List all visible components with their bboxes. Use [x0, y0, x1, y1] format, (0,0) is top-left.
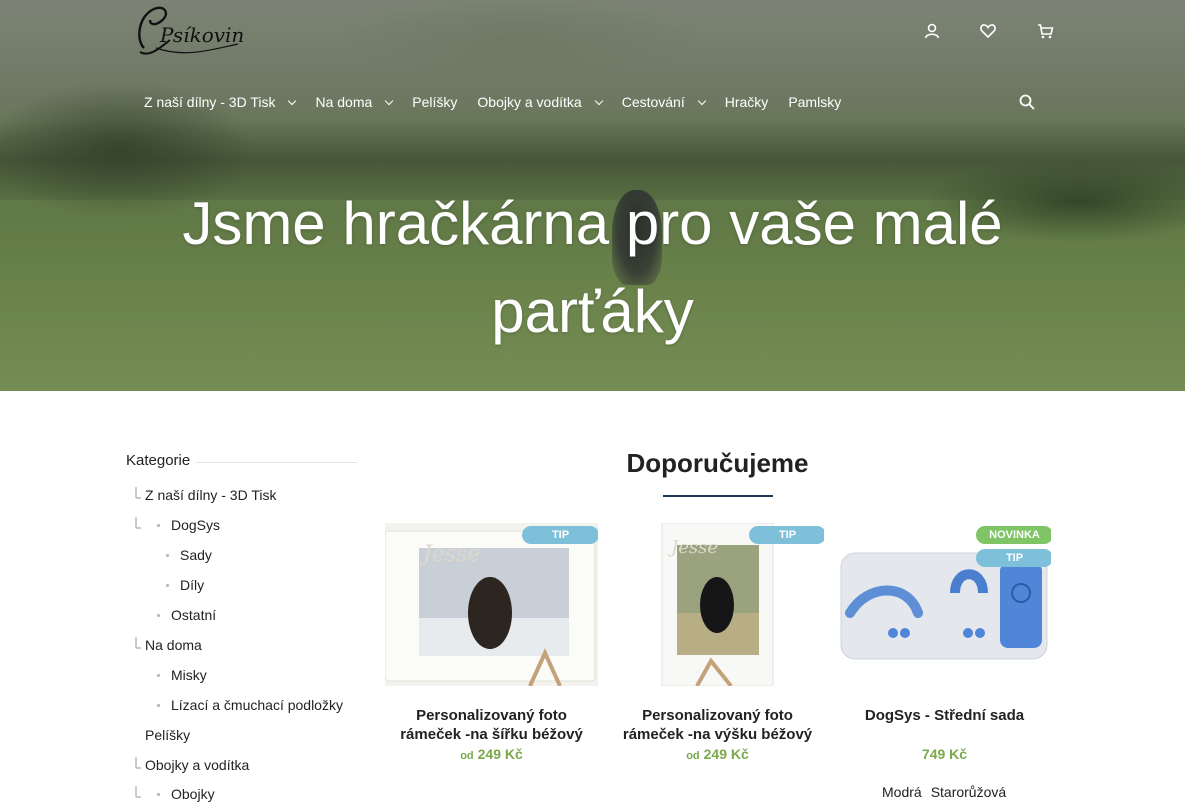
nav-item-na-doma[interactable]: Na doma — [315, 94, 394, 110]
bullet-icon — [157, 674, 160, 677]
chevron-right-icon[interactable] — [135, 486, 143, 500]
bullet-icon — [166, 554, 169, 557]
cart-icon[interactable] — [1035, 22, 1055, 42]
product-name[interactable]: Personalizovaný foto rámeček -na šířku b… — [385, 706, 598, 744]
nav-item-label: Obojky a vodítka — [477, 94, 582, 110]
logo-text: Psíkovina — [159, 23, 245, 47]
category-item-dily[interactable]: Díly — [166, 577, 205, 593]
bullet-icon — [157, 614, 160, 617]
product-image[interactable]: NOVINKA TIP — [838, 523, 1051, 686]
category-item-misky[interactable]: Misky — [157, 667, 207, 683]
chevron-right-icon[interactable] — [135, 756, 143, 770]
product-price: od 249 Kč — [385, 746, 598, 762]
nav-item-cestovani[interactable]: Cestování — [621, 94, 706, 110]
chevron-down-icon — [288, 96, 297, 105]
bullet-icon — [157, 793, 160, 796]
product-price: od 249 Kč — [611, 746, 824, 762]
divider — [196, 461, 357, 463]
hero-title-line1: Jsme hračkárna pro vaše malé — [182, 190, 1003, 257]
heart-icon[interactable] — [978, 22, 998, 42]
category-label: Sady — [180, 547, 212, 563]
category-label: Na doma — [145, 637, 202, 653]
section-divider — [663, 495, 773, 497]
product-variants: Modrá Starorůžová — [882, 784, 1015, 800]
category-label: Obojky a vodítka — [145, 757, 250, 773]
svg-text:Jesse: Jesse — [667, 537, 718, 558]
badge-tip: TIP — [522, 526, 598, 544]
category-item-pelisky[interactable]: Pelíšky — [145, 727, 190, 743]
user-icon[interactable] — [922, 22, 942, 42]
category-item-3d-tisk[interactable]: Z naší dílny - 3D Tisk — [135, 487, 277, 503]
category-label: Díly — [180, 577, 205, 593]
product-card[interactable]: Jesse TIP Personalizovaný foto rámeček -… — [385, 523, 598, 762]
search-icon[interactable] — [1018, 93, 1036, 111]
nav-item-label: Z naší dílny - 3D Tisk — [144, 94, 276, 110]
category-label: Ostatní — [171, 607, 217, 623]
chevron-down-icon — [697, 96, 706, 105]
product-name[interactable]: DogSys - Střední sada — [838, 706, 1051, 725]
bullet-icon — [166, 584, 169, 587]
price-value: 749 Kč — [921, 746, 968, 762]
nav-item-label: Na doma — [315, 94, 373, 110]
bullet-icon — [157, 704, 160, 707]
nav-item-label: Pelíšky — [412, 94, 458, 110]
category-item-podlozky[interactable]: Lízací a čmuchací podložky — [157, 697, 343, 713]
section-title: Doporučujeme — [626, 448, 809, 478]
svg-text:Jesse: Jesse — [419, 542, 480, 567]
price-value: 249 Kč — [703, 746, 749, 762]
main-navigation: Z naší dílny - 3D Tisk Na doma Pelíšky O… — [144, 92, 861, 112]
nav-item-pamlsky[interactable]: Pamlsky — [788, 94, 841, 110]
product-image[interactable]: Jesse TIP — [611, 523, 824, 686]
price-prefix: od — [686, 750, 700, 762]
variant-option[interactable]: Modrá — [882, 784, 922, 800]
product-card[interactable]: NOVINKA TIP DogSys - Střední sada 749 Kč — [838, 523, 1051, 762]
category-item-ostatni[interactable]: Ostatní — [157, 607, 217, 623]
nav-item-pelisky[interactable]: Pelíšky — [412, 94, 457, 110]
category-sidebar: Kategorie — [126, 450, 357, 470]
product-card[interactable]: Jesse TIP Personalizovaný foto rámeček -… — [611, 523, 824, 762]
hero-title-line2: parťáky — [491, 278, 694, 345]
nav-item-label: Cestování — [621, 94, 685, 110]
site-logo[interactable]: Psíkovina — [130, 0, 256, 64]
nav-item-label: Hračky — [724, 94, 769, 110]
sidebar-heading: Kategorie — [126, 450, 357, 470]
category-item-sady[interactable]: Sady — [166, 547, 212, 563]
product-price: 749 Kč — [838, 746, 1051, 762]
category-item-dogsys[interactable]: DogSys — [135, 517, 221, 533]
nav-item-label: Pamlsky — [788, 94, 842, 110]
nav-item-obojky[interactable]: Obojky a vodítka — [477, 94, 603, 110]
price-value: 249 Kč — [477, 746, 523, 762]
nav-item-hracky[interactable]: Hračky — [725, 94, 769, 110]
chevron-right-icon[interactable] — [135, 785, 143, 799]
category-label: Z naší dílny - 3D Tisk — [145, 487, 277, 503]
chevron-down-icon — [385, 96, 394, 105]
badge-tip: TIP — [749, 526, 824, 544]
category-label: Pelíšky — [145, 727, 191, 743]
category-label: DogSys — [171, 517, 221, 533]
variant-option[interactable]: Starorůžová — [931, 784, 1006, 800]
chevron-right-icon[interactable] — [135, 516, 143, 530]
chevron-right-icon[interactable] — [135, 636, 143, 650]
product-image[interactable]: Jesse TIP — [385, 523, 598, 686]
badge-new: NOVINKA — [976, 526, 1051, 544]
category-item-na-doma[interactable]: Na doma — [135, 637, 202, 653]
category-label: Misky — [171, 667, 207, 683]
nav-item-3d-tisk[interactable]: Z naší dílny - 3D Tisk — [144, 94, 297, 110]
badge-tip: TIP — [976, 549, 1051, 567]
chevron-down-icon — [594, 96, 603, 105]
sidebar-title: Kategorie — [126, 451, 191, 469]
logo-image: Psíkovina — [138, 6, 256, 55]
product-name[interactable]: Personalizovaný foto rámeček -na výšku b… — [611, 706, 824, 744]
category-label: Lízací a čmuchací podložky — [171, 697, 343, 713]
price-prefix: od — [460, 750, 474, 762]
category-item-obojky-a-voditka[interactable]: Obojky a vodítka — [135, 757, 250, 773]
hero-title: Jsme hračkárna pro vaše malé parťáky — [0, 180, 1185, 356]
hero-banner: Psíkovina Z naší dílny - 3D Tisk Na doma… — [0, 0, 1185, 391]
bullet-icon — [157, 524, 160, 527]
